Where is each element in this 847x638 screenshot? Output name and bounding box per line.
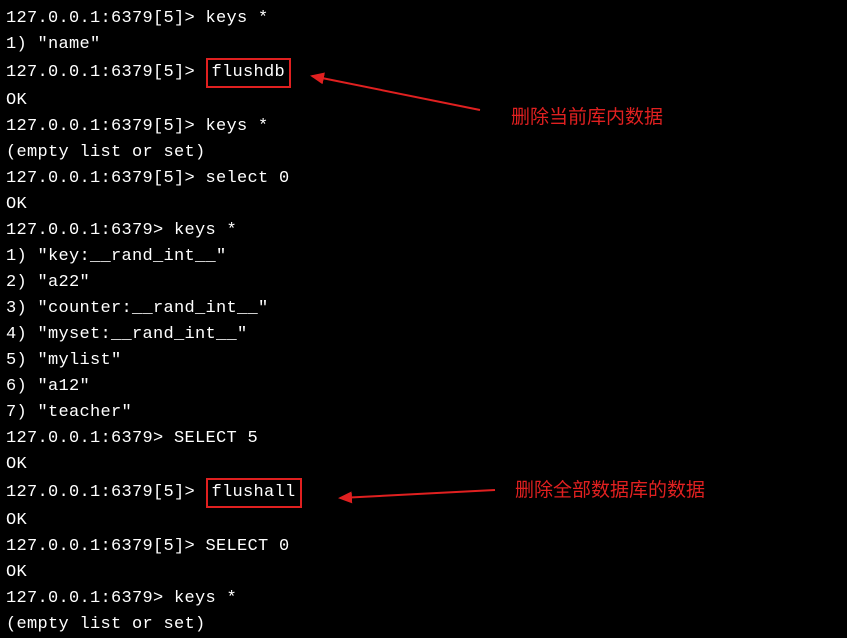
prompt: 127.0.0.1:6379[5]> [6,9,206,28]
output-line: (empty list or set) [6,143,206,162]
output-line: 2) "a22" [6,273,90,292]
output-line: 1) "key:__rand_int__" [6,247,227,266]
annotation-flushall: 删除全部数据库的数据 [515,478,705,504]
output-line: 4) "myset:__rand_int__" [6,325,248,344]
prompt: 127.0.0.1:6379[5]> [6,169,206,188]
command: SELECT 5 [174,429,258,448]
output-line: OK [6,195,27,214]
command: keys * [206,9,269,28]
output-line: 7) "teacher" [6,403,132,422]
prompt: 127.0.0.1:6379> [6,589,174,608]
command: keys * [206,117,269,136]
annotation-flushdb: 删除当前库内数据 [511,105,663,131]
command: SELECT 0 [206,537,290,556]
command: keys * [174,221,237,240]
prompt: 127.0.0.1:6379[5]> [6,63,206,82]
terminal-output: 127.0.0.1:6379[5]> keys * 1) "name" 127.… [6,6,841,638]
output-line: 5) "mylist" [6,351,122,370]
output-line: OK [6,455,27,474]
prompt: 127.0.0.1:6379> [6,429,174,448]
output-line: 1) "name" [6,35,101,54]
output-line: (empty list or set) [6,615,206,634]
output-line: OK [6,563,27,582]
prompt: 127.0.0.1:6379[5]> [6,117,206,136]
command: keys * [174,589,237,608]
prompt: 127.0.0.1:6379[5]> [6,483,206,502]
output-line: 3) "counter:__rand_int__" [6,299,269,318]
highlighted-command-flushdb: flushdb [206,58,292,88]
output-line: 6) "a12" [6,377,90,396]
command: select 0 [206,169,290,188]
highlighted-command-flushall: flushall [206,478,302,508]
output-line: OK [6,91,27,110]
prompt: 127.0.0.1:6379[5]> [6,537,206,556]
output-line: OK [6,511,27,530]
prompt: 127.0.0.1:6379> [6,221,174,240]
